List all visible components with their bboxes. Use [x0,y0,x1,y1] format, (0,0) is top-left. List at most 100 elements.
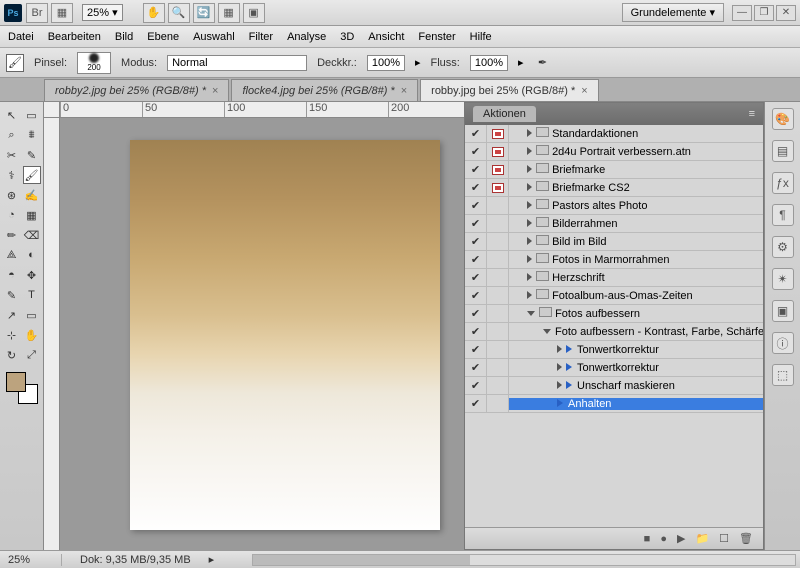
actions-tab-label[interactable]: Aktionen [473,106,536,122]
horizontal-scrollbar[interactable] [252,554,796,566]
blend-mode-select[interactable]: Normal [167,55,307,71]
toggle-checkbox[interactable]: ✔ [465,251,487,269]
dialog-toggle[interactable] [487,233,509,251]
opacity-input[interactable]: 100% [367,55,405,71]
tool-2-0[interactable]: ✂ [3,146,21,164]
panel-icon-0[interactable]: 🎨 [772,108,794,130]
minimize-button[interactable]: — [732,5,752,21]
tool-12-0[interactable]: ↻ [3,346,21,364]
rotate-view-quick[interactable]: 🔄 [193,3,215,23]
current-tool-icon[interactable]: 🖌 [6,54,24,72]
tool-12-1[interactable]: ⤢ [23,346,41,364]
action-row[interactable]: ✔Tonwertkorrektur [465,359,763,377]
toggle-checkbox[interactable]: ✔ [465,143,487,161]
toggle-checkbox[interactable]: ✔ [465,179,487,197]
tool-3-0[interactable]: ⚕ [3,166,21,184]
panel-icon-8[interactable]: ⬚ [772,364,794,386]
stop-button[interactable]: ■ [644,533,651,545]
action-name[interactable]: Foto aufbessern - Kontrast, Farbe, Schär… [509,326,763,338]
menu-analyse[interactable]: Analyse [287,31,326,43]
expand-icon[interactable] [527,291,532,299]
tool-5-1[interactable]: ▦ [23,206,41,224]
toggle-checkbox[interactable]: ✔ [465,269,487,287]
expand-icon[interactable] [527,183,532,191]
dialog-toggle[interactable] [487,125,509,143]
action-row[interactable]: ✔ Fotos aufbessern [465,305,763,323]
delete-button[interactable]: 🗑 [739,532,753,545]
actions-panel-header[interactable]: Aktionen ≡ [465,103,763,125]
menu-ansicht[interactable]: Ansicht [368,31,404,43]
panel-icon-7[interactable]: ⓘ [772,332,794,354]
hand-tool-quick[interactable]: ✋ [143,3,165,23]
action-row[interactable]: ✔ Bild im Bild [465,233,763,251]
action-row[interactable]: ✔ Fotoalbum-aus-Omas-Zeiten [465,287,763,305]
close-window-button[interactable]: ✕ [776,5,796,21]
tool-9-0[interactable]: ✎ [3,286,21,304]
expand-icon[interactable] [527,165,532,173]
dialog-toggle[interactable] [487,359,509,377]
dialog-toggle[interactable] [487,251,509,269]
tool-11-1[interactable]: ✋ [23,326,41,344]
action-name[interactable]: Fotos aufbessern [509,307,763,320]
toggle-checkbox[interactable]: ✔ [465,341,487,359]
airbrush-toggle[interactable]: ✒ [534,54,552,72]
close-icon[interactable]: × [401,85,407,97]
document-canvas[interactable] [130,140,440,530]
action-row[interactable]: ✔ Briefmarke CS2 [465,179,763,197]
dialog-toggle[interactable] [487,161,509,179]
arrange-docs-button[interactable]: ▦ [218,3,240,23]
action-row[interactable]: ✔ 2d4u Portrait verbessern.atn [465,143,763,161]
expand-icon[interactable] [557,363,562,371]
expand-icon[interactable] [527,147,532,155]
tool-2-1[interactable]: ✎ [23,146,41,164]
toggle-checkbox[interactable]: ✔ [465,233,487,251]
action-row[interactable]: ✔Tonwertkorrektur [465,341,763,359]
menu-datei[interactable]: Datei [8,31,34,43]
panel-icon-2[interactable]: ƒx [772,172,794,194]
panel-icon-4[interactable]: ⚙ [772,236,794,258]
action-name[interactable]: 2d4u Portrait verbessern.atn [509,145,763,158]
close-icon[interactable]: × [212,85,218,97]
tool-1-0[interactable]: ⌕ [3,126,21,144]
expand-icon[interactable] [527,237,532,245]
dialog-toggle[interactable] [487,287,509,305]
dialog-toggle[interactable] [487,305,509,323]
close-icon[interactable]: × [581,85,587,97]
brush-preset-picker[interactable]: 200 [77,52,111,74]
tool-10-1[interactable]: ▭ [23,306,41,324]
bridge-button[interactable]: Br [26,3,48,23]
action-name[interactable]: Fotos in Marmorrahmen [509,253,763,266]
panel-menu-icon[interactable]: ≡ [749,108,755,120]
action-name[interactable]: Herzschrift [509,271,763,284]
expand-icon[interactable] [557,381,562,389]
dialog-toggle[interactable] [487,395,509,413]
expand-icon[interactable] [527,273,532,281]
menu-ebene[interactable]: Ebene [147,31,179,43]
dialog-toggle[interactable] [487,377,509,395]
action-row[interactable]: ✔ Fotos in Marmorrahmen [465,251,763,269]
panel-icon-6[interactable]: ▣ [772,300,794,322]
fg-color-swatch[interactable] [6,372,26,392]
toggle-checkbox[interactable]: ✔ [465,305,487,323]
tool-6-0[interactable]: ✏ [3,226,21,244]
tool-8-1[interactable]: ✥ [23,266,41,284]
panel-icon-1[interactable]: ▤ [772,140,794,162]
expand-icon[interactable] [527,129,532,137]
action-row[interactable]: ✔ Bilderrahmen [465,215,763,233]
dialog-toggle[interactable] [487,179,509,197]
menu-bearbeiten[interactable]: Bearbeiten [48,31,101,43]
dialog-toggle[interactable] [487,269,509,287]
panel-icon-5[interactable]: ✴ [772,268,794,290]
collapse-icon[interactable] [527,311,535,316]
dialog-toggle[interactable] [487,197,509,215]
action-row[interactable]: ✔Foto aufbessern - Kontrast, Farbe, Schä… [465,323,763,341]
tool-8-0[interactable]: ◓ [3,266,21,284]
ruler-origin[interactable] [44,102,60,118]
toggle-checkbox[interactable]: ✔ [465,359,487,377]
workspace-selector[interactable]: Grundelemente ▾ [622,3,724,22]
action-name[interactable]: Bilderrahmen [509,217,763,230]
toggle-checkbox[interactable]: ✔ [465,395,487,413]
tool-5-0[interactable]: ◔ [3,206,21,224]
expand-icon[interactable] [527,201,532,209]
maximize-button[interactable]: ❐ [754,5,774,21]
